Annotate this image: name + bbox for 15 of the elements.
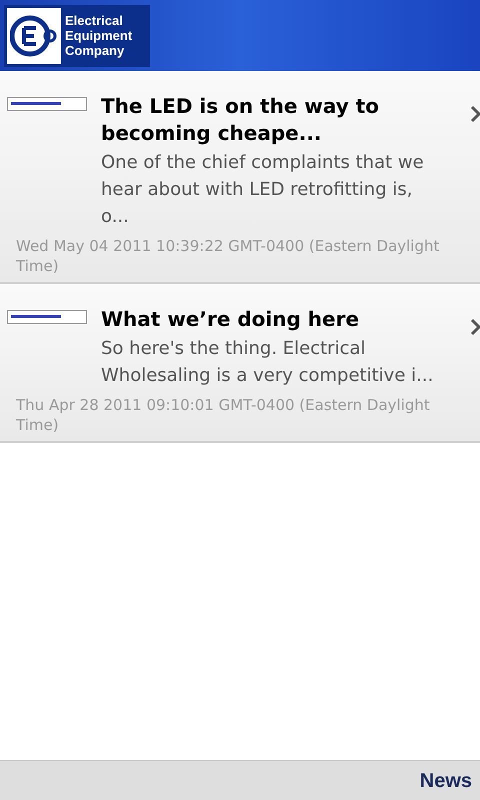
article-title: What we’re doing here (101, 306, 360, 333)
article-summary: One of the chief complaints that we hear about with LED retrofitting is, o... (101, 151, 425, 229)
logo-mark-icon (10, 14, 58, 58)
article-row[interactable]: The LED is on the way to becoming cheape... One of the chief complaints that we hear about with LED retrofitting is, o... Wed May 04 2011 10:39:22 GMT-0400 (Eastern Daylight Time) (0, 71, 480, 284)
article-title: The LED is on the way to becoming cheape... (101, 93, 380, 147)
news-tab[interactable]: News (420, 766, 472, 796)
chevron-icon (470, 105, 480, 123)
logo-text: Electrical Equipment Company (65, 13, 132, 58)
article-date: Thu Apr 28 2011 09:10:01 GMT-0400 (Eastern Daylight Time) (16, 395, 431, 435)
article-date: Wed May 04 2011 10:39:22 GMT-0400 (Eastern Daylight Time) (16, 236, 440, 276)
article-summary: So here's the thing. Electrical Wholesaling is a very competitive i... (101, 337, 434, 388)
article-row[interactable]: What we’re doing here So here's the thing. Electrical Wholesaling is a very competitive i... Thu Apr 28 2011 09:10:01 GMT-0400 (Eastern Daylight Time) (0, 284, 480, 443)
thumbnail-icon (7, 310, 87, 324)
chevron-icon (470, 318, 480, 336)
thumbnail-icon (7, 97, 87, 111)
